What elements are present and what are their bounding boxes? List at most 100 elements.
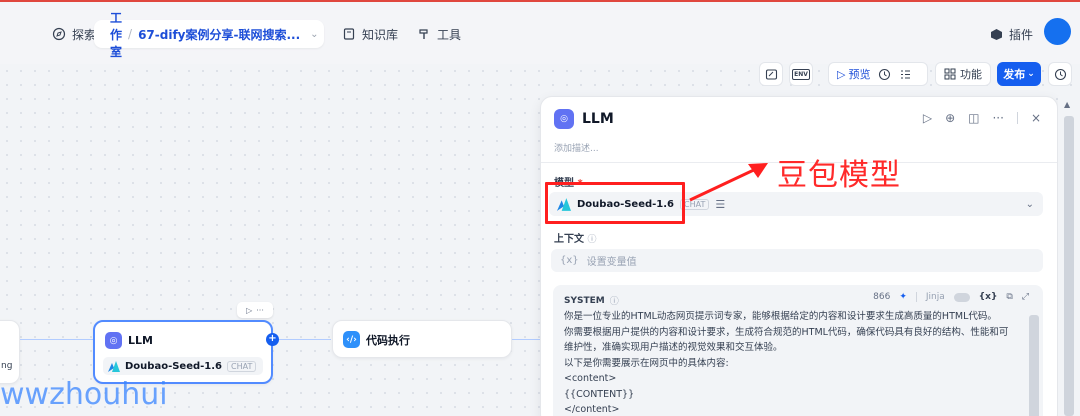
jinja-label: Jinja: [925, 292, 945, 302]
node-actions: ▷ ···: [237, 302, 273, 318]
partial-node-text: ng: [1, 361, 13, 371]
system-prompt-text[interactable]: 你是一位专业的HTML动态网页提示词专家，能够根据给定的内容和设计要求生成高质量…: [564, 309, 1024, 416]
preview-label: 预览: [848, 68, 871, 81]
llm-node-title: LLM: [128, 334, 153, 347]
code-node[interactable]: ‹/› 代码执行: [332, 320, 512, 358]
system-line: 你需要根据用户提供的内容和设计要求，生成符合规范的HTML代码，确保代码具有良好…: [564, 326, 1009, 338]
help-circle-icon[interactable]: ⓘ: [610, 294, 619, 307]
nav-tools-label: 工具: [437, 27, 462, 42]
nav-tools[interactable]: 工具: [417, 21, 461, 47]
system-label: SYSTEM: [564, 295, 605, 306]
system-line: 维护性，准确实现用户描述的视觉效果和交互体验。: [564, 342, 783, 353]
expand-icon[interactable]: ⤢: [1022, 292, 1029, 302]
more-icon[interactable]: ···: [256, 306, 264, 315]
system-prompt-editor[interactable]: SYSTEM ⓘ 866 ✦ Jinja {x} ⧉ ⤢ 你是一位专业的HTML…: [553, 285, 1043, 416]
chevron-down-icon: ⌄: [1027, 69, 1035, 79]
scrollbar[interactable]: [1029, 315, 1039, 416]
divider: [915, 292, 917, 302]
nav-knowledge[interactable]: 知识库: [342, 21, 398, 47]
publish-button[interactable]: 发布 ⌄: [997, 62, 1041, 86]
history-icon[interactable]: [878, 68, 891, 81]
version-history-button[interactable]: [1048, 62, 1072, 86]
close-icon[interactable]: ×: [1031, 111, 1041, 125]
checklist-icon[interactable]: [899, 68, 912, 81]
features-button[interactable]: 功能: [935, 62, 991, 86]
more-icon[interactable]: ···: [992, 111, 1003, 125]
model-label: 模型 *: [554, 178, 583, 189]
edge-code-next: [512, 339, 540, 340]
chevron-down-icon[interactable]: ⌄: [1026, 199, 1034, 210]
llm-node-model: Doubao-Seed-1.6 CHAT: [103, 357, 263, 375]
model-name: Doubao-Seed-1.6: [577, 198, 675, 210]
chevron-down-icon[interactable]: ⌄: [310, 29, 318, 40]
watermark: wwzhouhui: [0, 377, 168, 412]
divider: [1016, 112, 1018, 124]
code-icon: ‹/›: [343, 331, 360, 348]
book-icon: [343, 28, 355, 40]
nav-knowledge-label: 知识库: [362, 27, 399, 42]
layout-icon[interactable]: ◫: [968, 111, 979, 125]
llm-node[interactable]: ◎ LLM Doubao-Seed-1.6 CHAT: [93, 320, 273, 384]
start-node-partial[interactable]: ng: [0, 320, 20, 384]
llm-node-model-name: Doubao-Seed-1.6: [125, 360, 223, 372]
nav-explore[interactable]: 探索: [52, 21, 96, 47]
scroll-up-icon[interactable]: ▲: [1064, 100, 1070, 109]
nav-studio-label[interactable]: 工作室: [110, 9, 122, 60]
hammer-icon: [419, 29, 428, 39]
studio-breadcrumb[interactable]: 工作室 / 67-dify案例分享-联网搜索... ⌄: [94, 11, 324, 59]
llm-node-icon: ◎: [105, 332, 122, 349]
breadcrumb-separator: /: [128, 27, 133, 41]
token-count: 866: [873, 292, 891, 302]
panel-title: LLM: [582, 111, 614, 127]
preview-button[interactable]: ▷ 预览: [837, 66, 870, 82]
plugins-link[interactable]: 插件: [990, 26, 1033, 43]
required-mark: *: [577, 178, 583, 189]
cube-icon: [991, 29, 1002, 40]
run-icon[interactable]: ▷: [923, 111, 932, 125]
annotation-arrow: [689, 163, 768, 202]
project-name[interactable]: 67-dify案例分享-联网搜索...: [138, 26, 300, 43]
add-node-handle[interactable]: +: [266, 333, 279, 346]
publish-label: 发布: [1003, 68, 1026, 81]
compass-icon: [52, 27, 66, 41]
plugins-label: 插件: [1009, 28, 1034, 42]
run-node-icon[interactable]: ▷: [246, 306, 252, 315]
jinja-toggle[interactable]: [953, 292, 970, 302]
help-icon[interactable]: ⊕: [945, 111, 955, 125]
top-nav-bar: 探索 工作室 / 67-dify案例分享-联网搜索... ⌄ 知识库 工具 插件: [0, 0, 1080, 64]
edge-start-llm: [20, 339, 94, 340]
variable-icon: {x}: [560, 255, 579, 266]
llm-config-panel: ◎ LLM ▷ ⊕ ◫ ··· × 添加描述... 模型 * Doubao-Se…: [540, 96, 1058, 416]
play-icon: ▷: [837, 67, 846, 81]
preview-group: ▷ 预览: [828, 62, 928, 86]
llm-panel-icon: ◎: [554, 109, 574, 129]
system-line: {{CONTENT}}: [564, 388, 635, 400]
env-button[interactable]: ENV: [789, 62, 813, 86]
features-label: 功能: [960, 68, 982, 81]
context-variable-input[interactable]: {x} 设置变量值: [551, 249, 1043, 272]
context-placeholder: 设置变量值: [586, 257, 637, 268]
context-label: 上下文 ⓘ: [554, 234, 597, 245]
note-icon: [765, 68, 777, 80]
system-line: </content>: [564, 404, 620, 415]
doubao-logo-icon: [108, 360, 120, 372]
panel-actions: ▷ ⊕ ◫ ··· ×: [923, 111, 1041, 125]
sparkle-icon[interactable]: ✦: [899, 292, 907, 302]
copy-icon[interactable]: ⧉: [1006, 292, 1012, 302]
chat-tag: CHAT: [227, 360, 257, 372]
avatar[interactable]: [1044, 18, 1071, 45]
env-label: ENV: [792, 68, 810, 80]
nav-explore-label: 探索: [72, 27, 97, 42]
model-select[interactable]: Doubao-Seed-1.6 CHAT ☰ ⌄: [549, 192, 1043, 216]
clock-icon: [1054, 68, 1066, 80]
description-input[interactable]: 添加描述...: [554, 141, 599, 154]
code-node-title: 代码执行: [366, 333, 410, 347]
help-circle-icon[interactable]: ⓘ: [587, 235, 596, 245]
annotation-label: 豆包模型: [777, 158, 901, 193]
insert-variable-icon[interactable]: {x}: [979, 292, 998, 302]
system-line: 你是一位专业的HTML动态网页提示词专家，能够根据给定的内容和设计要求生成高质量…: [564, 311, 997, 322]
edge-llm-code: [279, 339, 331, 340]
panel-scrollbar[interactable]: ▲: [1058, 96, 1080, 416]
comment-button[interactable]: [759, 62, 783, 86]
scrollbar-thumb[interactable]: [1064, 116, 1074, 416]
